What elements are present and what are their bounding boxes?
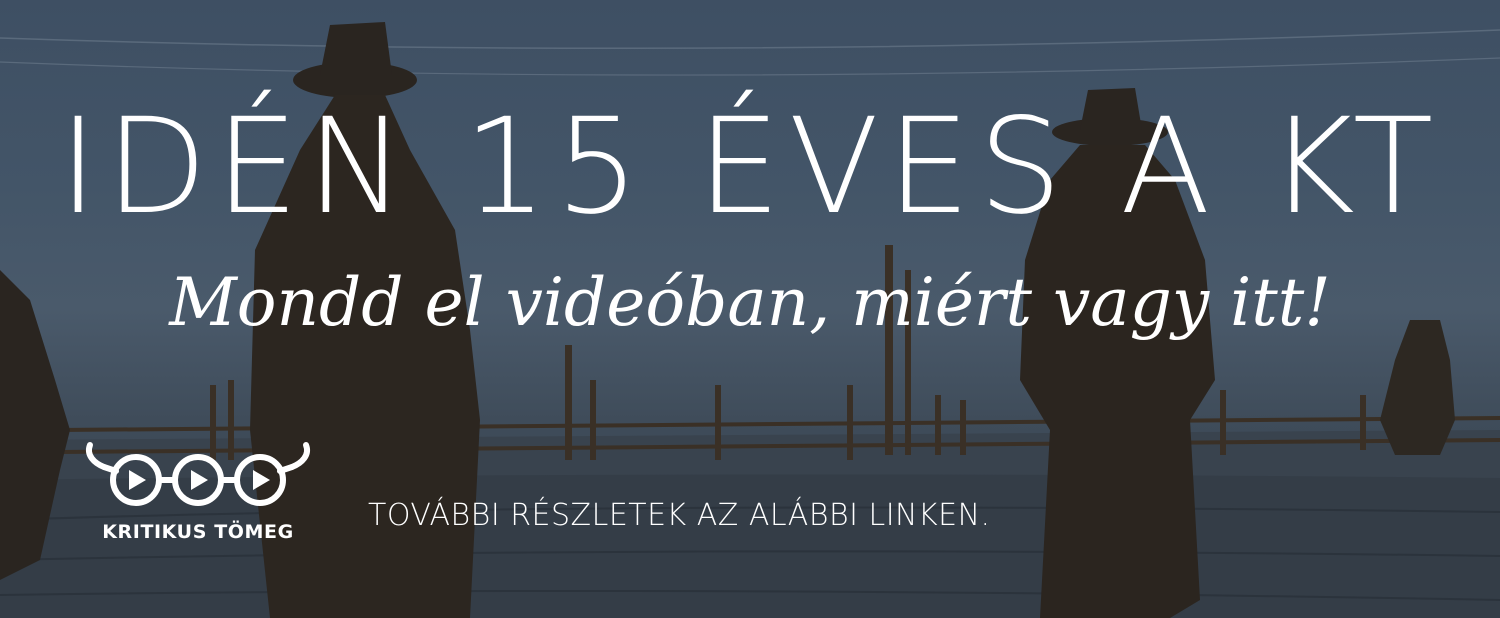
logo-name: KRITIKUS TÖMEG <box>102 521 294 543</box>
banner: IDÉN 15 ÉVES A KT Mondd el videóban, mié… <box>0 0 1500 618</box>
glasses-play-icon <box>86 442 310 506</box>
subline: Mondd el videóban, miért vagy itt! <box>169 264 1331 341</box>
kritikus-tomeg-logo[interactable]: KRITIKUS TÖMEG <box>80 435 316 555</box>
details-link-text: TOVÁBBI RÉSZLETEK AZ ALÁBBI LINKEN. <box>368 498 991 533</box>
headline: IDÉN 15 ÉVES A KT <box>58 90 1442 244</box>
